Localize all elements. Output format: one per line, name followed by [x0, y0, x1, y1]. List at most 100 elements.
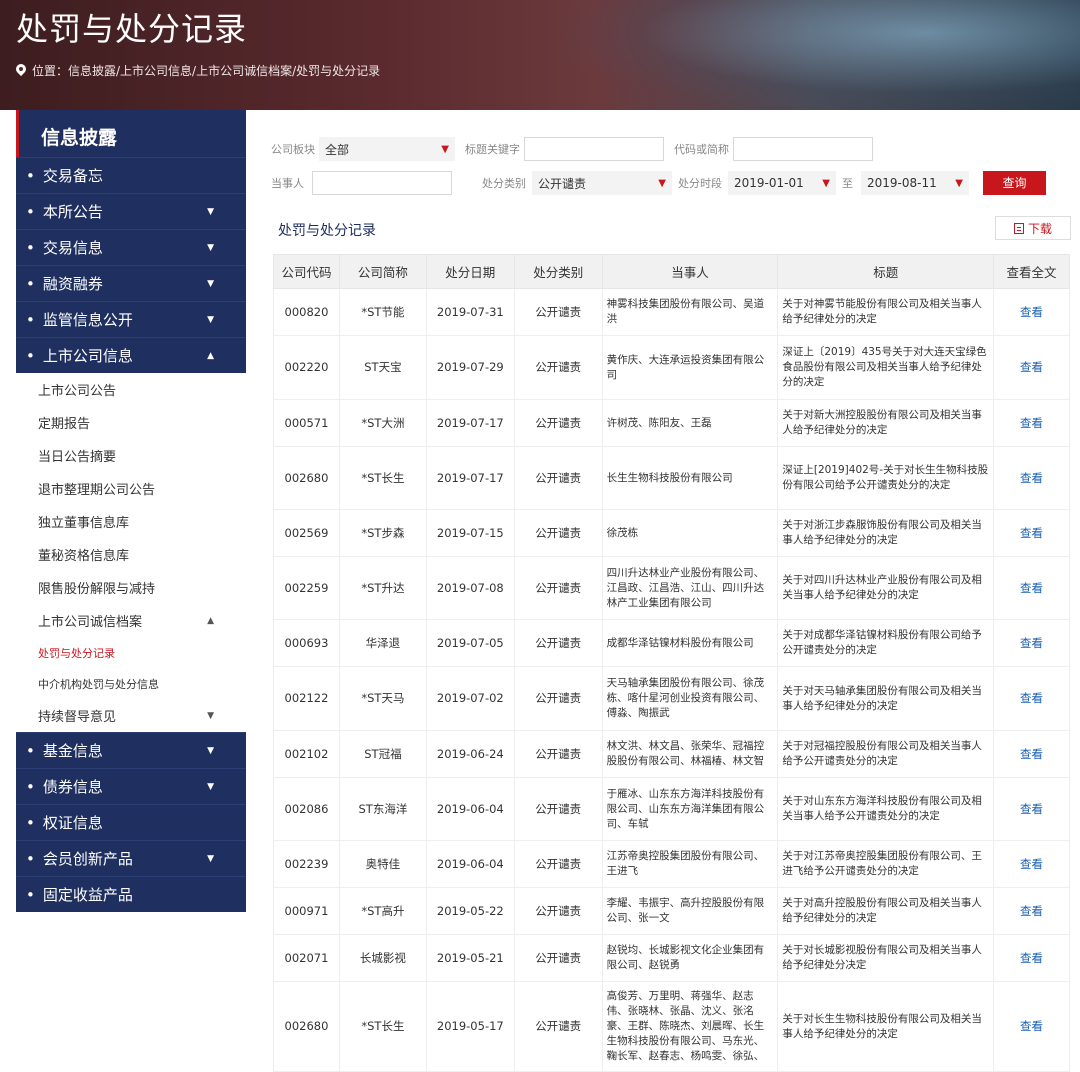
header-company-name: 公司简称	[338, 254, 427, 289]
table-row: 002259 *ST升达 2019-07-08 公开谴责 四川升达林业产业股份有限公司、…	[273, 556, 1070, 620]
code-input[interactable]	[733, 137, 873, 161]
cell-view: 查看	[993, 288, 1070, 336]
sidebar-item-bond[interactable]: 债券信息 ▼	[16, 768, 246, 804]
sidebar-item-label: 债券信息	[26, 776, 103, 797]
sidebar-item-trade-memo[interactable]: 交易备忘	[16, 157, 246, 193]
cell-type: 公开谴责	[513, 288, 603, 336]
cell-view: 查看	[993, 335, 1070, 400]
cell-company-code: 002086	[273, 777, 340, 841]
sidebar-item-fund[interactable]: 基金信息 ▼	[16, 732, 246, 768]
cell-party: 李耀、韦振宇、高升控股股份有限公司、张一文	[601, 887, 779, 935]
board-select[interactable]: 全部 ▼	[319, 137, 455, 161]
sidebar-item-regulation[interactable]: 监管信息公开 ▼	[16, 301, 246, 337]
cell-title: 关于对高升控股股份有限公司及相关当事人给予纪律处分的决定	[777, 887, 995, 935]
cell-title: 关于对天马轴承集团股份有限公司及相关当事人给予纪律处分的决定	[777, 666, 995, 731]
chevron-down-icon: ▼	[955, 177, 963, 189]
banner-decoration	[560, 0, 1080, 110]
sidebar-item-label: 上市公司信息	[26, 345, 133, 366]
cell-company-name: *ST长生	[338, 446, 427, 510]
cell-company-name: *ST高升	[338, 887, 427, 935]
cell-date: 2019-06-04	[425, 777, 515, 841]
sidebar-subsubitem-intermediary-penalty[interactable]: 中介机构处罚与处分信息	[16, 668, 246, 699]
sidebar-subitem[interactable]: 上市公司公告	[16, 373, 246, 406]
view-link[interactable]: 查看	[1020, 904, 1043, 918]
cell-date: 2019-06-04	[425, 840, 515, 888]
cell-company-name: *ST步森	[338, 509, 427, 557]
view-link[interactable]: 查看	[1020, 1019, 1043, 1033]
view-link[interactable]: 查看	[1020, 691, 1043, 705]
board-label: 公司板块	[271, 143, 315, 156]
view-link[interactable]: 查看	[1020, 526, 1043, 540]
cell-date: 2019-05-17	[425, 981, 515, 1072]
view-link[interactable]: 查看	[1020, 951, 1043, 965]
sidebar-item-fixed-income[interactable]: 固定收益产品	[16, 876, 246, 912]
table-row: 000693 华泽退 2019-07-05 公开谴责 成都华泽钴镍材料股份有限公司 关于对…	[273, 619, 1070, 667]
cell-party: 林文洪、林文昌、张荣华、冠福控股股份有限公司、林福椿、林文智	[601, 730, 779, 778]
view-link[interactable]: 查看	[1020, 802, 1043, 816]
view-link[interactable]: 查看	[1020, 747, 1043, 761]
breadcrumb-text[interactable]: 位置：信息披露/上市公司信息/上市公司诚信档案/处罚与处分记录	[32, 62, 380, 79]
table-row: 000971 *ST高升 2019-05-22 公开谴责 李耀、韦振宇、高升控股股份有限…	[273, 887, 1070, 935]
cell-company-code: 000971	[273, 887, 340, 935]
view-link[interactable]: 查看	[1020, 471, 1043, 485]
sidebar-subitem-label: 限售股份解限与减持	[38, 582, 156, 597]
sidebar-subitem-label: 上市公司公告	[38, 384, 117, 399]
location-pin-icon	[16, 64, 26, 77]
view-link[interactable]: 查看	[1020, 360, 1043, 374]
board-select-value: 全部	[325, 142, 350, 157]
cell-party: 高俊芳、万里明、蒋强华、赵志伟、张晓林、张晶、沈义、张洺豪、王群、陈晓杰、刘晨晖…	[601, 981, 779, 1072]
view-link[interactable]: 查看	[1020, 636, 1043, 650]
sidebar-heading[interactable]: 信息披露	[16, 110, 246, 157]
date-from-select[interactable]: 2019-01-01 ▼	[728, 171, 836, 195]
sidebar-subitem[interactable]: 限售股份解限与减持	[16, 571, 246, 604]
sidebar-subitem[interactable]: 定期报告	[16, 406, 246, 439]
view-link[interactable]: 查看	[1020, 857, 1043, 871]
table-row: 002680 *ST长生 2019-07-17 公开谴责 长生生物科技股份有限公司 深证上…	[273, 446, 1070, 510]
party-input[interactable]	[312, 171, 452, 195]
sidebar-item-member-products[interactable]: 会员创新产品 ▼	[16, 840, 246, 876]
cell-type: 公开谴责	[513, 730, 603, 778]
table-row: 002569 *ST步森 2019-07-15 公开谴责 徐茂栋 关于对浙江步森服饰股份有…	[273, 509, 1070, 557]
sidebar-subitem-integrity[interactable]: 上市公司诚信档案 ▲	[16, 604, 246, 637]
filter-row-2: 当事人 处分类别 公开谴责 ▼ 处分时段 2019-01-01 ▼ 至 2019-0…	[271, 170, 1046, 196]
cell-title: 关于对四川升达林业产业股份有限公司及相关当事人给予纪律处分的决定	[777, 556, 995, 620]
cell-title: 关于对长城影视股份有限公司及相关当事人给予纪律处分决定	[777, 934, 995, 982]
chevron-down-icon: ▼	[207, 278, 214, 289]
type-select[interactable]: 公开谴责 ▼	[532, 171, 672, 195]
cell-company-name: ST东海洋	[338, 777, 427, 841]
cell-date: 2019-05-22	[425, 887, 515, 935]
cell-company-code: 002239	[273, 840, 340, 888]
download-button[interactable]: 下载	[995, 216, 1071, 240]
view-link[interactable]: 查看	[1020, 305, 1043, 319]
sidebar-item-warrant[interactable]: 权证信息	[16, 804, 246, 840]
sidebar-item-announcements[interactable]: 本所公告 ▼	[16, 193, 246, 229]
cell-title: 关于对神雾节能股份有限公司及相关当事人给予纪律处分的决定	[777, 288, 995, 336]
cell-type: 公开谴责	[513, 934, 603, 982]
sidebar-subsubitem-penalty-records[interactable]: 处罚与处分记录	[16, 637, 246, 668]
view-link[interactable]: 查看	[1020, 416, 1043, 430]
query-button[interactable]: 查询	[983, 171, 1046, 195]
sidebar-item-margin[interactable]: 融资融券 ▼	[16, 265, 246, 301]
cell-title: 关于对成都华泽钴镍材料股份有限公司给予公开谴责处分的决定	[777, 619, 995, 667]
sidebar-subitem[interactable]: 退市整理期公司公告	[16, 472, 246, 505]
cell-view: 查看	[993, 934, 1070, 982]
cell-type: 公开谴责	[513, 556, 603, 620]
sidebar-subitem[interactable]: 独立董事信息库	[16, 505, 246, 538]
cell-date: 2019-07-15	[425, 509, 515, 557]
keyword-input[interactable]	[524, 137, 664, 161]
cell-company-name: ST天宝	[338, 335, 427, 400]
sidebar-subitem-supervision[interactable]: 持续督导意见 ▼	[16, 699, 246, 732]
cell-party: 神雾科技集团股份有限公司、吴道洪	[601, 288, 779, 336]
sidebar-item-trade-info[interactable]: 交易信息 ▼	[16, 229, 246, 265]
cell-company-name: 华泽退	[338, 619, 427, 667]
cell-company-name: 奥特佳	[338, 840, 427, 888]
date-to-select[interactable]: 2019-08-11 ▼	[861, 171, 969, 195]
view-link[interactable]: 查看	[1020, 581, 1043, 595]
sidebar-subitem[interactable]: 董秘资格信息库	[16, 538, 246, 571]
cell-type: 公开谴责	[513, 777, 603, 841]
sidebar-subitem[interactable]: 当日公告摘要	[16, 439, 246, 472]
chevron-down-icon: ▼	[207, 242, 214, 253]
cell-party: 江苏帝奥控股集团股份有限公司、王进飞	[601, 840, 779, 888]
chevron-up-icon: ▲	[207, 350, 214, 361]
sidebar-item-listed-company[interactable]: 上市公司信息 ▲	[16, 337, 246, 373]
